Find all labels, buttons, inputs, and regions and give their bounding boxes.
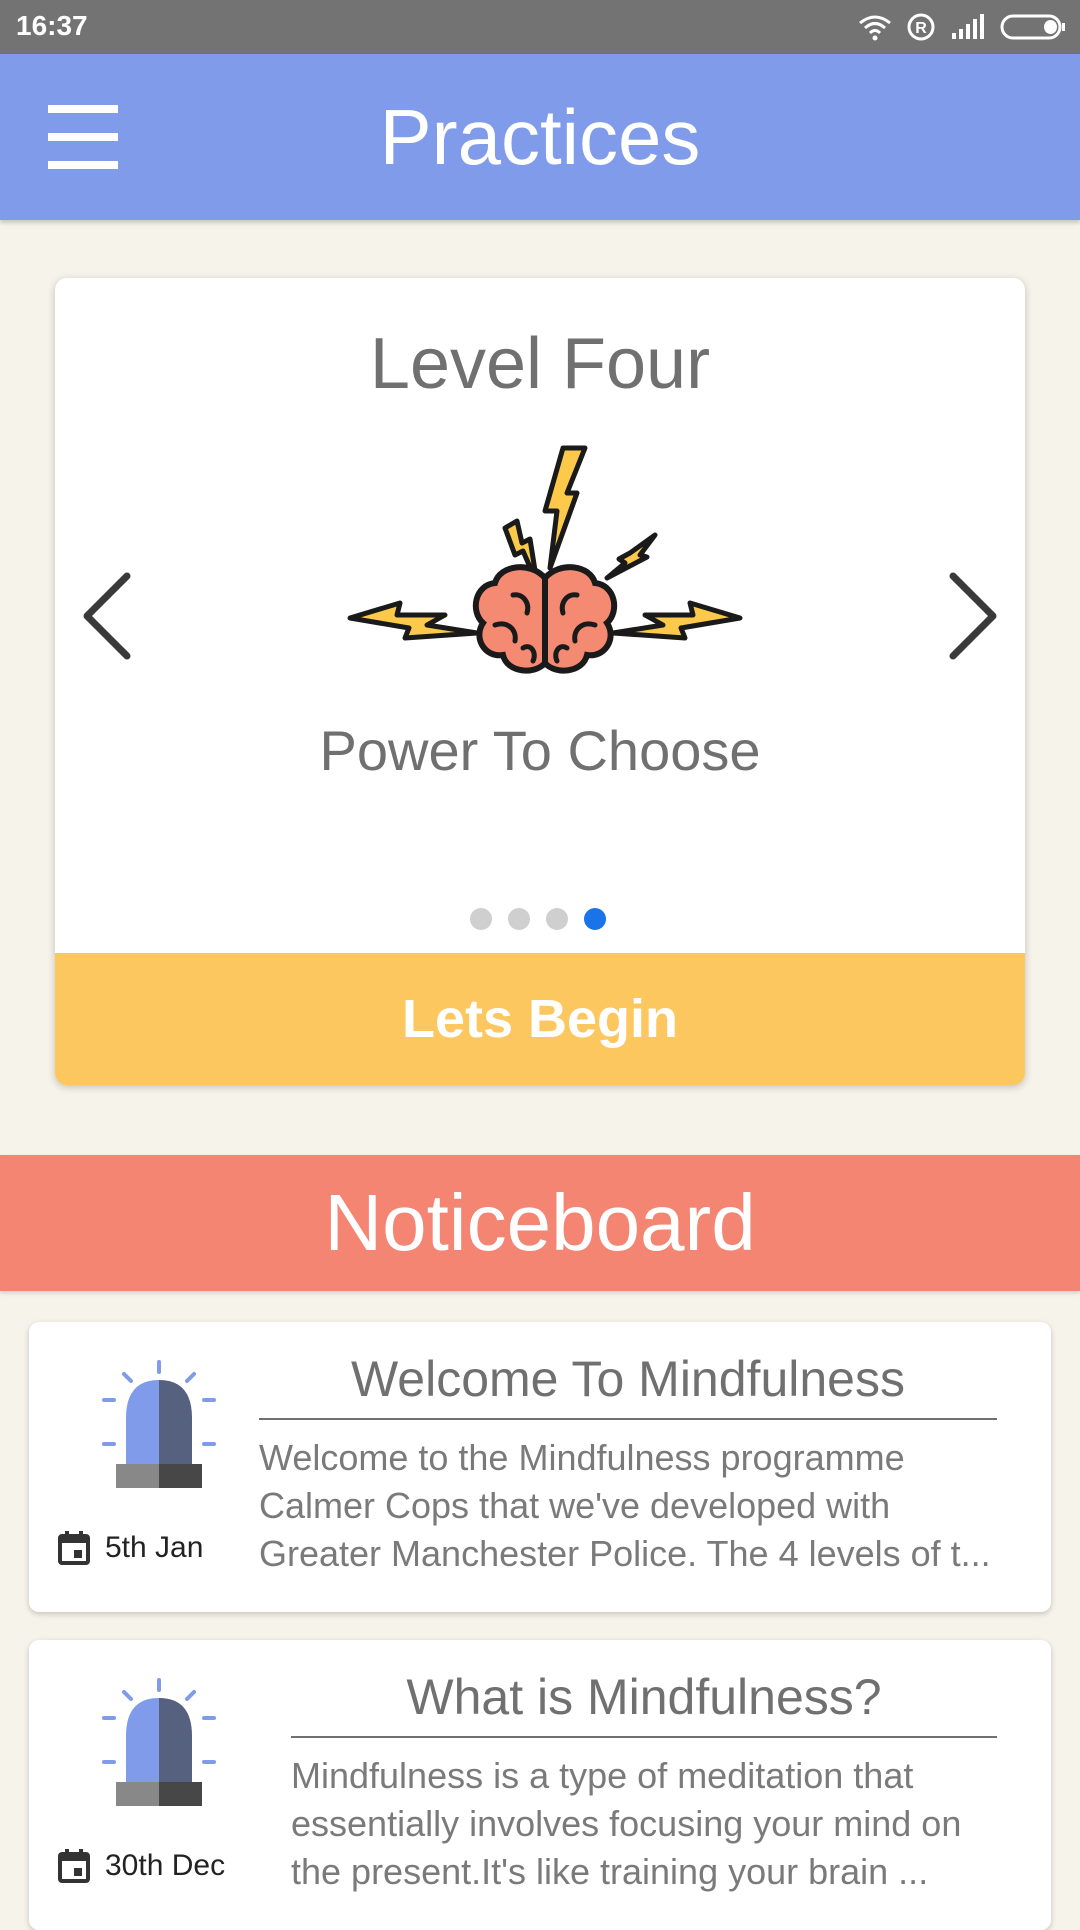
siren-icon — [102, 1678, 216, 1806]
status-bar: 16:37 R — [0, 0, 1080, 54]
carousel-dot-active[interactable] — [584, 908, 606, 930]
notice-date: 30th Dec — [57, 1848, 225, 1884]
status-time: 16:37 — [16, 10, 88, 41]
carousel-dot[interactable] — [546, 908, 568, 930]
status-icons: R — [858, 10, 1066, 44]
signal-icon — [952, 14, 984, 39]
carousel-dot[interactable] — [508, 908, 530, 930]
carousel-dot[interactable] — [470, 908, 492, 930]
svg-text:R: R — [915, 20, 927, 37]
calendar-icon — [58, 1849, 90, 1883]
lets-begin-button[interactable]: Lets Begin — [55, 953, 1025, 1085]
registered-icon: R — [907, 13, 935, 41]
notice-card[interactable]: 5th Jan Welcome To Mindfulness Welcome t… — [29, 1322, 1051, 1612]
notice-body: Mindfulness is a type of meditation that… — [291, 1755, 962, 1892]
level-card: Level Four Power To Choose Lets Begin — [55, 278, 1025, 1085]
notice-body: Welcome to the Mindfulness programme Cal… — [259, 1437, 991, 1574]
notice-date-text: 5th Jan — [105, 1531, 204, 1564]
notice-card[interactable]: 30th Dec What is Mindfulness? Mindfulnes… — [29, 1640, 1051, 1930]
brain-lightning-icon — [347, 445, 743, 674]
practice-name: Power To Choose — [319, 719, 761, 782]
noticeboard-header: Noticeboard — [0, 1155, 1080, 1291]
level-title: Level Four — [369, 324, 711, 404]
app-bar: Practices — [0, 54, 1080, 220]
notice-title: Welcome To Mindfulness — [259, 1350, 997, 1420]
notice-content: Welcome To Mindfulness Welcome to the Mi… — [259, 1350, 997, 1578]
notice-date: 5th Jan — [57, 1530, 203, 1566]
battery-icon — [1000, 14, 1065, 40]
calendar-icon — [58, 1531, 90, 1565]
notice-content: What is Mindfulness? Mindfulness is a ty… — [291, 1668, 997, 1896]
chevron-right-icon[interactable] — [943, 568, 1003, 664]
carousel-indicator — [470, 908, 606, 930]
siren-icon — [102, 1360, 216, 1488]
notice-title: What is Mindfulness? — [291, 1668, 997, 1738]
notice-date-text: 30th Dec — [105, 1849, 226, 1882]
page-title: Practices — [379, 93, 701, 181]
chevron-left-icon[interactable] — [77, 568, 137, 664]
wifi-icon — [859, 15, 891, 41]
